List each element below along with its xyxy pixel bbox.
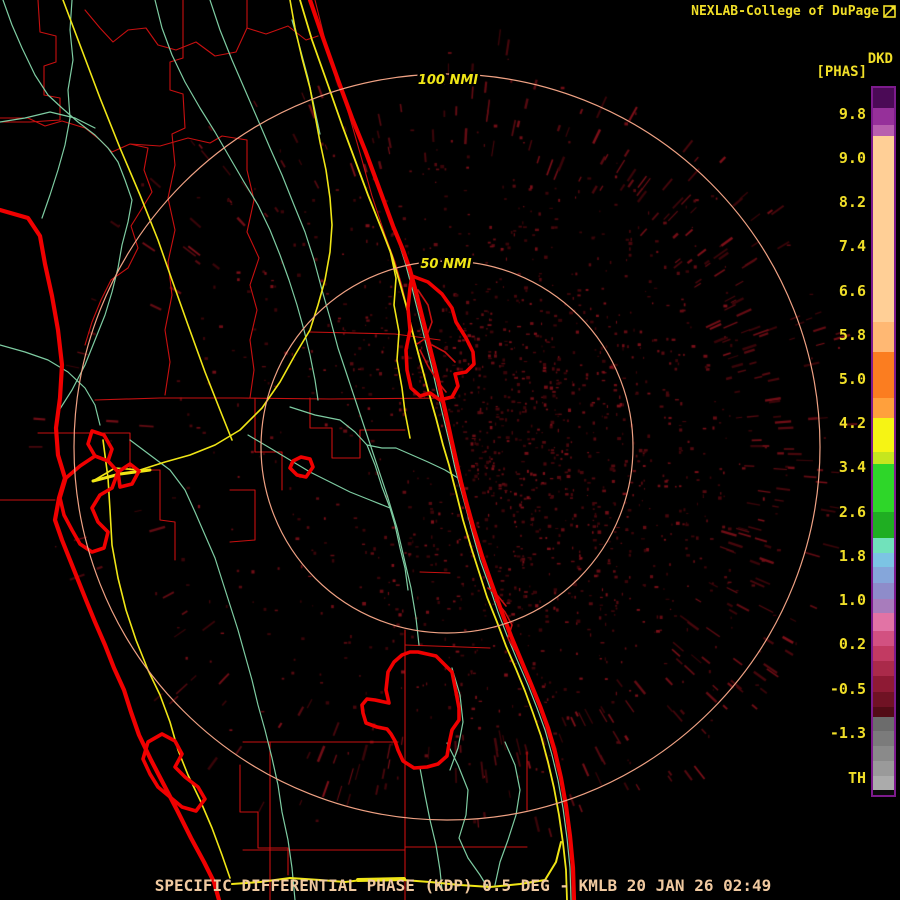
colorbar-tick-label: TH	[847, 769, 866, 787]
map-line	[159, 469, 176, 561]
map-line	[141, 732, 207, 813]
map-svg: 100 NMI 50 NMI	[0, 0, 821, 900]
colorbar-segment	[873, 322, 894, 352]
brand-logo-icon	[883, 5, 896, 18]
radar-viewport: 100 NMI 50 NMI NEXLAB-College of DuPage D…	[0, 0, 900, 900]
map-line	[419, 571, 451, 574]
colorbar-segment	[873, 136, 894, 322]
caption: SPECIFIC DIFFERENTIAL PHASE (KDP) 0.5 DE…	[154, 876, 772, 895]
colorbar-segment	[873, 746, 894, 761]
map-line	[446, 742, 489, 889]
map-line	[360, 650, 461, 770]
brand-text: NEXLAB-College of DuPage	[691, 4, 879, 19]
colorbar	[871, 86, 896, 797]
range-rings-layer: 100 NMI 50 NMI	[73, 71, 821, 821]
map-line	[41, 0, 74, 219]
map-line	[0, 117, 153, 346]
colorbar-segment	[873, 108, 894, 125]
map-line	[102, 439, 231, 879]
map-line	[307, 0, 577, 900]
map-line	[431, 344, 456, 363]
map-line	[154, 0, 319, 401]
map-line	[209, 0, 420, 646]
colorbar-tick-label: 1.0	[838, 591, 866, 609]
map-line	[84, 0, 248, 57]
colorbar-segment	[873, 692, 894, 707]
rivers-layer	[0, 0, 572, 900]
map-line	[62, 0, 233, 441]
map-line	[309, 331, 441, 341]
colorbar-tick-label: 1.8	[838, 547, 866, 565]
colorbar-segment	[873, 646, 894, 661]
colorbar-segment	[873, 512, 894, 538]
map-line	[116, 462, 141, 489]
colorbar-tick-label: 3.4	[838, 458, 866, 476]
roads-layer	[62, 0, 568, 900]
colorbar-segment	[873, 583, 894, 599]
colorbar-tick-label: 0.2	[838, 635, 866, 653]
colorbar-tick-label: 6.6	[838, 282, 866, 300]
colorbar-segment	[873, 790, 894, 795]
colorbar-segment	[873, 464, 894, 512]
colorbar-segment	[873, 776, 894, 790]
map-line	[366, 444, 409, 591]
colorbar-segment	[873, 352, 894, 398]
map-line	[229, 489, 256, 543]
map-line	[314, 0, 416, 341]
colorbar-tick-label: 7.4	[838, 237, 866, 255]
brand: NEXLAB-College of DuPage	[691, 4, 896, 19]
colorbar-tick-label: 9.8	[838, 105, 866, 123]
colorbar-segment	[873, 707, 894, 717]
colorbar-segment	[873, 398, 894, 418]
colorbar-tick-label: 5.8	[838, 326, 866, 344]
colorbar-segment	[873, 613, 894, 631]
colorbar-tick-label: 4.2	[838, 414, 866, 432]
map-line	[404, 644, 491, 649]
map-line	[246, 25, 319, 41]
colorbar-tick-label: -1.3	[829, 724, 866, 742]
map-line	[0, 207, 222, 900]
colorbar-segment	[873, 418, 894, 452]
colorbar-segment	[873, 631, 894, 646]
product-code: DKD	[867, 51, 893, 67]
colorbar-tick-label: -0.5	[829, 680, 866, 698]
map-line	[289, 406, 459, 479]
colorbar-segment	[873, 567, 894, 583]
coastline-layer	[0, 0, 577, 900]
colorbar-tick-label: 8.2	[838, 193, 866, 211]
colorbar-segment	[873, 717, 894, 731]
colorbar-segment	[873, 731, 894, 746]
range-ring-50nmi	[260, 260, 634, 634]
colorbar-tick-label: 9.0	[838, 149, 866, 167]
colorbar-segment	[873, 538, 894, 553]
colorbar-tick-label: 5.0	[838, 370, 866, 388]
range-ring-100nmi	[73, 73, 821, 821]
colorbar-segment	[873, 452, 894, 464]
coast-detail-layer	[416, 289, 516, 651]
colorbar-segment	[873, 125, 894, 136]
colorbar-segment	[873, 599, 894, 613]
map-line	[449, 667, 464, 771]
colorbar-segment	[873, 761, 894, 776]
map-line	[2, 0, 133, 413]
lakes-layer	[58, 274, 476, 813]
map-line	[94, 397, 456, 401]
colorbar-segment	[873, 676, 894, 692]
map-line	[164, 0, 186, 396]
colorbar-segment	[873, 661, 894, 676]
product-units: [PHAS]	[816, 64, 867, 80]
range-ring-label-50nmi: 50 NMI	[420, 257, 471, 272]
map-line	[419, 767, 443, 891]
colorbar-segment	[873, 88, 894, 108]
range-ring-label-100nmi: 100 NMI	[418, 73, 478, 88]
colorbar-segment	[873, 553, 894, 567]
colorbar-tick-label: 2.6	[838, 503, 866, 521]
county-lines-layer	[0, 0, 528, 900]
